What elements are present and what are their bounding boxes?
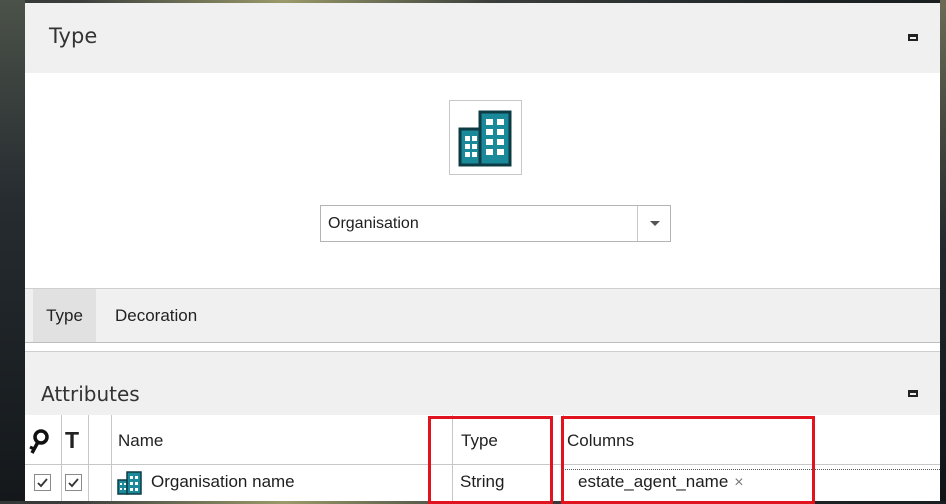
dropdown-toggle-button[interactable] (637, 206, 670, 241)
focus-indicator (563, 469, 940, 470)
background-left (0, 0, 25, 501)
building-icon (458, 110, 512, 167)
name-column-header[interactable]: Name (118, 431, 163, 451)
type-icon-button[interactable] (449, 100, 522, 175)
checkmark-icon (37, 478, 48, 488)
attributes-section-title: Attributes (41, 382, 140, 406)
minimize-icon[interactable] (908, 390, 918, 397)
highlight-type-column (428, 416, 553, 504)
tab-type[interactable]: Type (33, 289, 96, 342)
attribute-name[interactable]: Organisation name (151, 472, 295, 492)
text-column-header: T (65, 427, 80, 453)
highlight-columns-column (561, 416, 815, 504)
minimize-icon[interactable] (908, 34, 918, 41)
type-section-header: Type (25, 3, 940, 73)
type-dropdown-value: Organisation (328, 215, 419, 232)
key-checkbox[interactable] (34, 474, 51, 491)
building-icon (117, 471, 142, 495)
type-section-title: Type (49, 24, 98, 48)
tabs-bar: Type Decoration (25, 288, 940, 343)
checkmark-icon (68, 478, 79, 488)
tab-decoration[interactable]: Decoration (115, 289, 197, 342)
type-dropdown[interactable]: Organisation (320, 205, 671, 242)
background-right (940, 0, 946, 501)
type-editor-panel: Type Organisation Type Decoration Attrib… (25, 3, 940, 504)
attributes-section-header: Attributes (25, 351, 940, 415)
chevron-down-icon (650, 221, 660, 226)
key-icon (29, 429, 49, 454)
text-checkbox[interactable] (65, 474, 82, 491)
section-divider (25, 343, 940, 351)
